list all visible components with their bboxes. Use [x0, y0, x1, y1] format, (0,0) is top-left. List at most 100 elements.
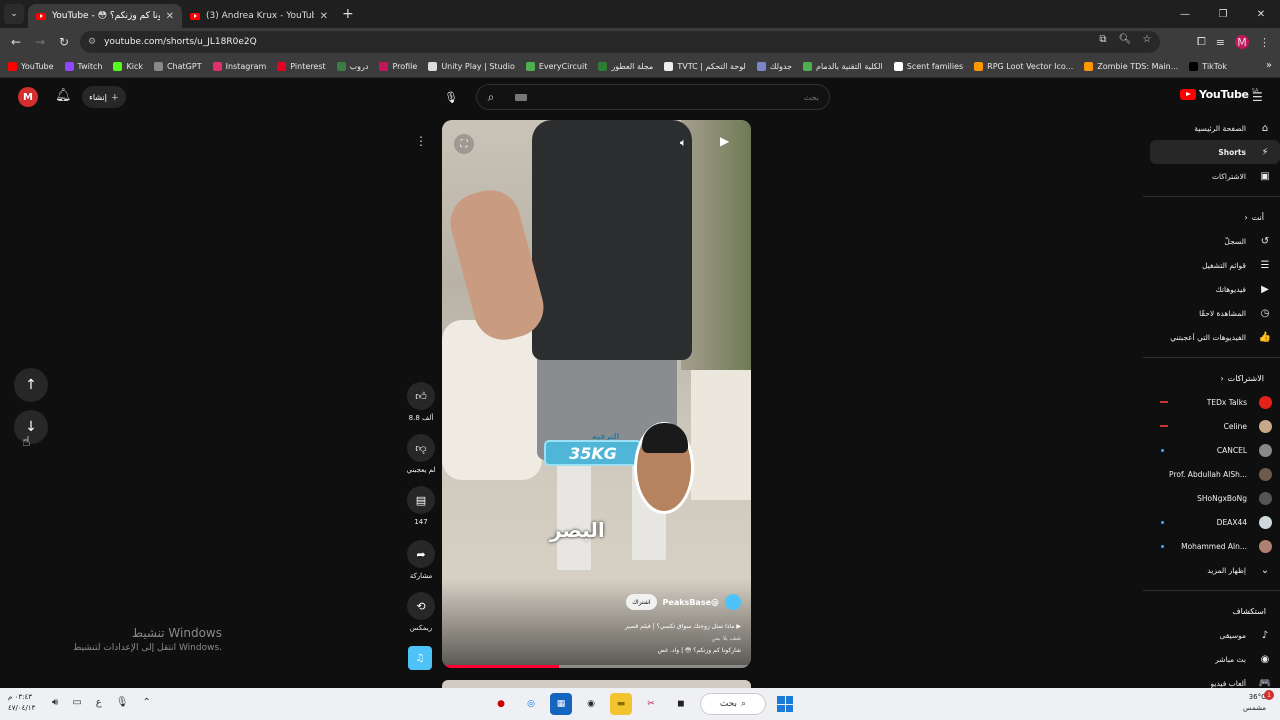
subscription-channel-item[interactable]: Mohammed Aln...	[1143, 534, 1280, 558]
speaker-icon[interactable]: 🔊︎	[52, 697, 58, 708]
next-short-preview[interactable]	[442, 680, 751, 688]
bookmark-item[interactable]: RPG Loot Vector Ico...	[974, 62, 1073, 71]
close-window-icon[interactable]: ✕	[1242, 9, 1280, 20]
comment-icon[interactable]: ▤	[407, 486, 435, 514]
subscription-channel-item[interactable]: SHoNgxBoNg	[1143, 486, 1280, 510]
you-section-heading[interactable]: › أنت	[1143, 205, 1280, 229]
bookmark-item[interactable]: EveryCircuit	[525, 62, 587, 71]
subscription-channel-item[interactable]: Celine	[1143, 414, 1280, 438]
share-icon[interactable]: ➦	[407, 540, 435, 568]
youtube-logo[interactable]: YouTube SA	[1180, 88, 1258, 101]
subscriptions-section-heading[interactable]: › الاشتراكات	[1143, 366, 1280, 390]
browser-menu-icon[interactable]: ⋮	[1259, 36, 1270, 49]
dislike-icon[interactable]: 👎︎	[407, 434, 435, 462]
open-in-app-icon[interactable]: ⧉	[1096, 34, 1110, 45]
fullscreen-icon[interactable]: ⛶	[454, 134, 474, 154]
keyboard-icon[interactable]	[515, 94, 527, 101]
bookmark-item[interactable]: Instagram	[212, 62, 266, 71]
sidebar-item[interactable]: الاشتراكات ▣	[1143, 164, 1280, 188]
bookmark-item[interactable]: الكلية التقنية بالدمام	[803, 62, 883, 71]
close-tab-icon[interactable]: ✕	[166, 11, 174, 22]
bookmark-item[interactable]: Scent families	[893, 62, 963, 71]
start-button[interactable]	[774, 693, 796, 715]
volume-icon[interactable]: 🔈︎	[680, 136, 687, 150]
taskbar-search[interactable]: بحث ⌕	[700, 693, 766, 715]
bookmark-item[interactable]: دروب	[336, 62, 368, 71]
minimize-icon[interactable]: —	[1166, 9, 1204, 20]
bookmark-star-icon[interactable]: ☆	[1140, 34, 1154, 45]
reading-list-icon[interactable]: ≡	[1216, 36, 1225, 49]
sidebar-item[interactable]: السجلّ ↺	[1143, 229, 1280, 253]
subscription-channel-item[interactable]: Prof. Abdullah AlSh...	[1143, 462, 1280, 486]
next-short-down-arrow-icon[interactable]: ↓	[14, 410, 48, 444]
more-options-icon[interactable]: ⋮	[404, 134, 438, 148]
bookmark-item[interactable]: Profile	[379, 62, 417, 71]
zoom-icon[interactable]: 🔍︎	[1118, 34, 1132, 45]
chrome-icon[interactable]: ◎	[520, 693, 542, 715]
new-tab-button[interactable]: +	[342, 6, 354, 22]
previous-short-up-arrow-icon[interactable]: ↑	[14, 368, 48, 402]
back-arrow-icon[interactable]: ←	[4, 35, 28, 49]
tab-youtube-shorts[interactable]: YouTube - 😳 شاركونا كم وزنكم؟ ✕	[28, 4, 182, 28]
search-icon[interactable]: ⌕	[477, 90, 505, 105]
site-info-icon[interactable]: ⚙	[88, 37, 96, 47]
bookmark-item[interactable]: Unity Play | Studio	[428, 62, 515, 71]
caption-line-2[interactable]: شاركونا كم وزنكم؟ 😳 | واد. غض	[658, 647, 741, 654]
file-explorer-icon[interactable]: ▬	[610, 693, 632, 715]
subscription-channel-item[interactable]: DEAX44	[1143, 510, 1280, 534]
profile-avatar[interactable]: M	[1235, 35, 1249, 49]
bookmark-item[interactable]: Twitch	[64, 62, 102, 71]
address-bar[interactable]: ⚙ youtube.com/shorts/u_JL18R0e2Q ⧉ 🔍︎ ☆	[80, 31, 1160, 53]
reload-icon[interactable]: ↻	[52, 35, 76, 49]
tab-andrea-krux[interactable]: (3) Andrea Krux - YouTube ✕	[182, 4, 336, 28]
notifications-bell-icon[interactable]: 🔔︎	[55, 88, 72, 103]
sidebar-item[interactable]: الفيديوهات التي أعجبتني 👍	[1143, 325, 1280, 349]
microphone-icon[interactable]: 🎙︎	[116, 697, 129, 708]
subscription-channel-item[interactable]: CANCEL	[1143, 438, 1280, 462]
clock[interactable]: ٠٣:٤٣ م ٤٧/٠٤/١٣	[8, 692, 35, 714]
steam-icon[interactable]: ◉	[580, 693, 602, 715]
account-avatar[interactable]: M	[18, 87, 38, 107]
sidebar-item[interactable]: ألعاب فيديو 🎮	[1143, 671, 1280, 689]
bookmark-item[interactable]: ChatGPT	[153, 62, 202, 71]
guide-menu-icon[interactable]: ☰	[1252, 90, 1263, 104]
sidebar-item[interactable]: Shorts ⚡	[1150, 140, 1280, 164]
display-icon[interactable]: ▭	[72, 697, 81, 708]
bookmark-item[interactable]: TVTC | لوحة التحكم	[664, 62, 746, 71]
input-language[interactable]: ع	[96, 697, 102, 708]
extensions-icon[interactable]: ⧠	[1197, 35, 1206, 49]
sidebar-item[interactable]: قوائم التشغيل ☰	[1143, 253, 1280, 277]
tab-search-button[interactable]: ⌄	[4, 4, 24, 24]
subscription-channel-item[interactable]: TEDx Talks	[1143, 390, 1280, 414]
show-hidden-icons-icon[interactable]: ⌃	[142, 697, 150, 708]
sidebar-item[interactable]: الصفحة الرئيسية ⌂	[1143, 116, 1280, 140]
like-icon[interactable]: 👍︎	[407, 382, 435, 410]
weather-widget[interactable]: 36°C مشمس	[1243, 692, 1266, 714]
create-button[interactable]: إنشاء ＋	[82, 86, 126, 108]
channel-name[interactable]: @PeaksBase	[663, 598, 719, 607]
bookmark-item[interactable]: TikTok	[1189, 62, 1227, 71]
sound-thumbnail[interactable]: ♫	[408, 646, 432, 670]
store-icon[interactable]: ▦	[550, 693, 572, 715]
sidebar-item[interactable]: موسيقى ♪	[1143, 623, 1280, 647]
subscribe-button[interactable]: اشتراك	[626, 594, 657, 610]
bookmark-item[interactable]: Zombie TDS: Main...	[1084, 62, 1178, 71]
short-video-player[interactable]: ⛶ 🔈︎ ▶ الترفيه 35KG البصر @PeaksBase اشت…	[442, 120, 751, 668]
progress-bar[interactable]	[442, 665, 751, 668]
forward-arrow-icon[interactable]: →	[28, 35, 52, 49]
sidebar-item[interactable]: فيديوهاتك ▶	[1143, 277, 1280, 301]
show-more-button[interactable]: إظهار المزيد ⌄	[1143, 558, 1280, 582]
linked-video[interactable]: ▶ ماذا تمثل زوجتك سواق تكسي؟ | فيلم قصير	[625, 623, 741, 630]
bookmark-item[interactable]: جدولك	[756, 62, 792, 71]
restore-icon[interactable]: ❐	[1204, 9, 1242, 20]
app-icon[interactable]: ◼	[670, 693, 692, 715]
voice-search-mic-icon[interactable]: 🎙︎	[440, 86, 462, 108]
bookmark-item[interactable]: Pinterest	[277, 62, 326, 71]
remix-icon[interactable]: ⟲	[407, 592, 435, 620]
sidebar-item[interactable]: بث مباشر ◉	[1143, 647, 1280, 671]
bookmark-item[interactable]: مجلة العطور	[598, 62, 653, 71]
app-icon[interactable]: ●	[490, 693, 512, 715]
bookmark-item[interactable]: Kick	[113, 62, 143, 71]
more-bookmarks-icon[interactable]: »	[1266, 60, 1272, 71]
snipping-tool-icon[interactable]: ✂	[640, 693, 662, 715]
